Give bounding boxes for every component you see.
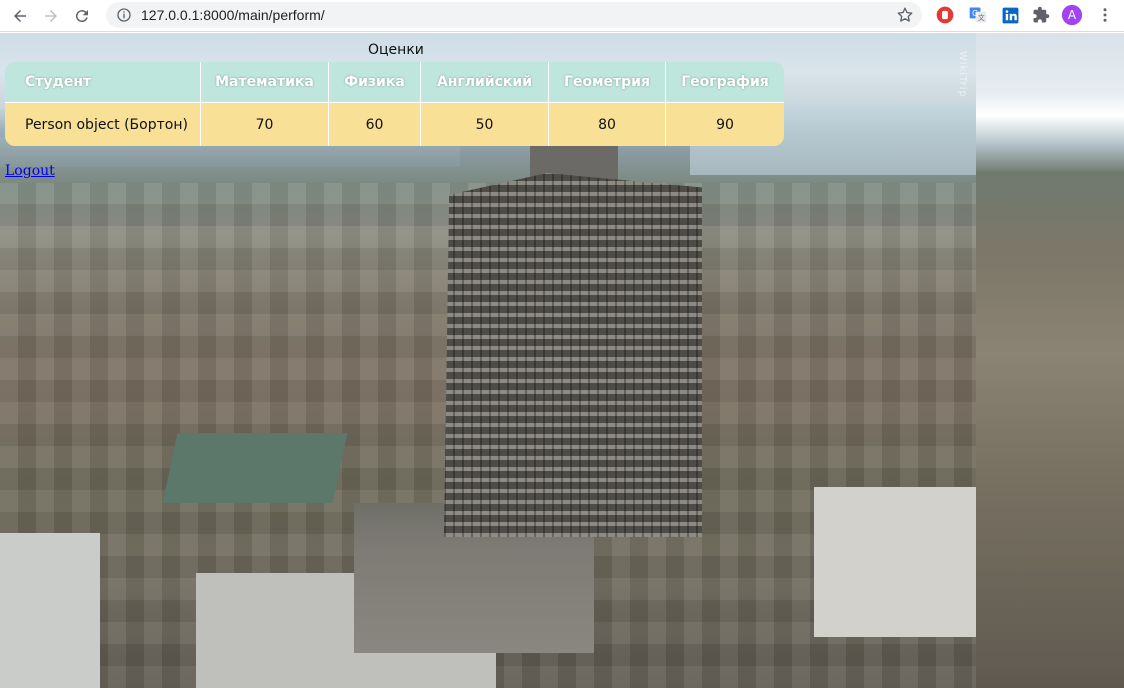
profile-avatar[interactable]: A [1061,4,1083,26]
column-header-math: Математика [201,62,329,103]
cell-english: 50 [421,103,549,146]
cell-math: 70 [201,103,329,146]
back-button[interactable] [6,2,34,30]
translate-extension-icon[interactable]: G文 [967,4,989,26]
address-bar[interactable]: 127.0.0.1:8000/main/perform/ [106,2,922,28]
linkedin-extension-icon[interactable] [999,4,1021,26]
info-icon[interactable] [116,7,132,23]
arrow-left-icon [14,9,26,22]
adblock-extension-icon[interactable] [934,4,956,26]
avatar-letter: A [1067,8,1077,22]
white-building-left [0,533,100,688]
white-building-right [814,487,976,637]
column-header-english: Английский [421,62,549,103]
bookmark-star-icon[interactable] [896,6,914,24]
grades-table: Студент Математика Физика Английский Гео… [5,62,784,146]
reload-icon [75,9,88,22]
office-tower-columns [444,173,702,537]
cell-geography: 90 [666,103,784,146]
logout-link[interactable]: Logout [5,163,55,179]
background-photo-repeat [976,33,1124,688]
column-header-student: Студент [5,62,201,103]
reload-button[interactable] [68,2,96,30]
arrow-right-icon [45,9,57,22]
column-header-geography: География [666,62,784,103]
grades-title: Оценки [368,42,424,58]
photo-watermark: WikiTrip [957,51,968,98]
column-header-physics: Физика [329,62,421,103]
column-header-geometry: Геометрия [549,62,666,103]
page-content: WikiTrip Оценки Студент Математика Физик… [0,33,1124,688]
url-text[interactable]: 127.0.0.1:8000/main/perform/ [141,7,325,23]
cell-geometry: 80 [549,103,666,146]
cell-physics: 60 [329,103,421,146]
browser-menu-icon[interactable] [1094,4,1116,26]
browser-toolbar: 127.0.0.1:8000/main/perform/ G文 A [0,0,1124,32]
cell-student: Person object (Бортон) [5,103,201,146]
table-header-row: Студент Математика Физика Английский Гео… [5,62,784,103]
green-roof-building [162,433,348,503]
table-row: Person object (Бортон) 70 60 50 80 90 [5,103,784,146]
forward-button[interactable] [37,2,65,30]
extensions-puzzle-icon[interactable] [1030,4,1052,26]
svg-text:文: 文 [978,13,985,22]
